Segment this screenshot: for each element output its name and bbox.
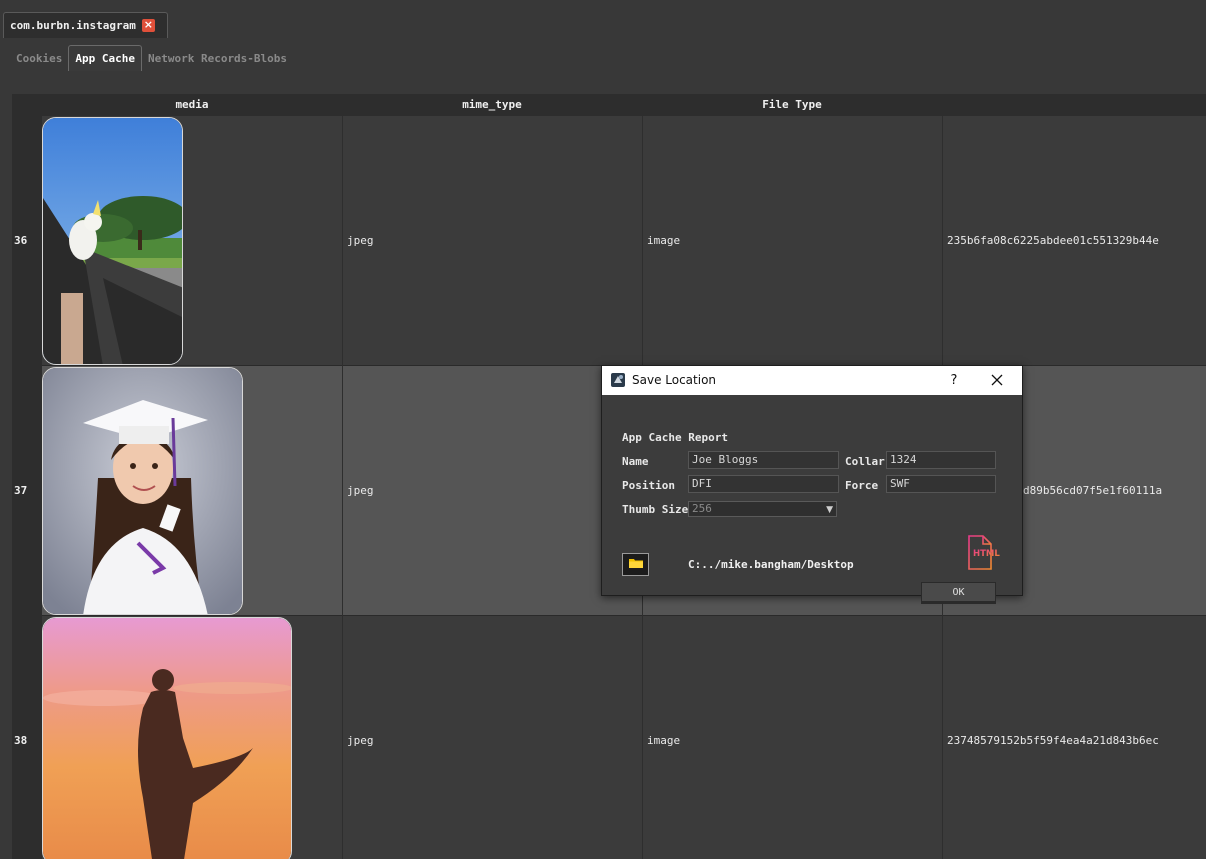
document-tab[interactable]: com.burbn.instagram × (3, 12, 168, 38)
close-tab-icon[interactable]: × (141, 19, 155, 32)
media-thumbnail[interactable] (42, 367, 243, 615)
thumb-size-select[interactable]: 256 ▼ (688, 501, 837, 517)
row-number: 36 (12, 116, 42, 366)
position-label: Position (622, 479, 675, 492)
mime-type-cell[interactable]: jpeg (342, 366, 642, 616)
table-header: media mime_type File Type (12, 94, 1206, 116)
name-field[interactable]: Joe Bloggs (688, 451, 839, 469)
column-header-media[interactable]: media (42, 94, 342, 116)
media-thumbnail[interactable] (42, 117, 183, 365)
row-number: 38 (12, 616, 42, 859)
app-icon (610, 372, 626, 388)
position-field[interactable]: DFI (688, 475, 839, 493)
document-tab-bar: com.burbn.instagram × (0, 0, 1206, 38)
help-icon[interactable]: ? (947, 366, 961, 395)
tab-cookies[interactable]: Cookies (10, 47, 68, 71)
mime-type-cell[interactable]: jpeg (342, 116, 642, 366)
browse-folder-button[interactable] (622, 553, 649, 576)
dialog-title: Save Location (632, 373, 717, 387)
collar-label: Collar (845, 455, 885, 468)
hash-cell[interactable]: 23748579152b5f59f4ea4a21d843b6ec (942, 616, 1206, 859)
column-header-hash[interactable] (942, 94, 1206, 116)
chevron-down-icon: ▼ (826, 505, 833, 515)
sub-tab-bar: Cookies App Cache Network Records-Blobs (10, 45, 293, 71)
ok-button[interactable]: OK (921, 582, 996, 604)
tab-app-cache[interactable]: App Cache (68, 45, 142, 71)
thumb-size-value: 256 (692, 502, 712, 515)
close-icon[interactable] (990, 373, 1004, 387)
name-label: Name (622, 455, 649, 468)
file-type-cell[interactable]: image (642, 616, 942, 859)
dialog-title-bar[interactable]: Save Location ? (602, 366, 1022, 395)
force-field[interactable]: SWF (886, 475, 996, 493)
document-tab-title: com.burbn.instagram (10, 19, 136, 32)
report-heading: App Cache Report (622, 431, 728, 444)
save-path: C:../mike.bangham/Desktop (688, 558, 854, 571)
dialog-body: App Cache Report Name Joe Bloggs Collar … (602, 395, 1022, 604)
column-header-mime-type[interactable]: mime_type (342, 94, 642, 116)
force-label: Force (845, 479, 879, 492)
table-row[interactable]: 36 jpeg image 235b6fa08c6225abdee01c5513… (12, 116, 1206, 366)
thumb-size-label: Thumb Size (622, 503, 689, 516)
table-row[interactable]: 38 jpeg image 23748579152b5f59f4ea4a21d8… (12, 616, 1206, 859)
mime-type-cell[interactable]: jpeg (342, 616, 642, 859)
save-location-dialog: Save Location ? App Cache Report Name Jo… (601, 365, 1023, 604)
folder-icon (628, 557, 644, 572)
media-thumbnail[interactable] (42, 617, 292, 859)
html-icon-label: HTML (973, 549, 1000, 559)
hash-cell[interactable]: 235b6fa08c6225abdee01c551329b44e (942, 116, 1206, 366)
html-report-icon[interactable]: HTML (966, 534, 1002, 572)
tab-network-records-blobs[interactable]: Network Records-Blobs (142, 47, 293, 71)
row-number: 37 (12, 366, 42, 616)
collar-field[interactable]: 1324 (886, 451, 996, 469)
file-type-cell[interactable]: image (642, 116, 942, 366)
column-header-file-type[interactable]: File Type (642, 94, 942, 116)
